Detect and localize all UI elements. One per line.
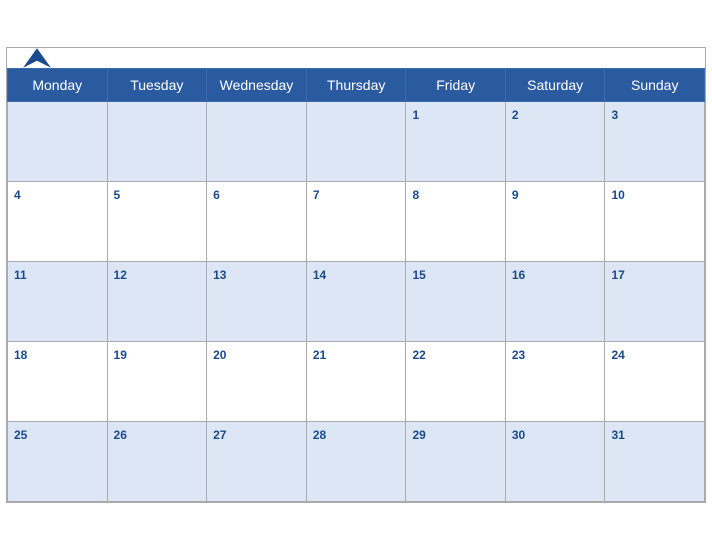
calendar-cell: 27 <box>207 422 307 502</box>
weekday-friday: Friday <box>406 69 505 102</box>
calendar-cell: 10 <box>605 182 705 262</box>
day-number: 13 <box>213 268 226 282</box>
calendar-cell: 31 <box>605 422 705 502</box>
day-number: 19 <box>114 348 127 362</box>
day-number: 12 <box>114 268 127 282</box>
calendar-cell: 11 <box>8 262 108 342</box>
calendar-cell <box>8 102 108 182</box>
calendar-cell: 25 <box>8 422 108 502</box>
calendar-cell: 14 <box>306 262 406 342</box>
calendar-cell: 16 <box>505 262 605 342</box>
calendar-cell: 23 <box>505 342 605 422</box>
calendar-cell: 22 <box>406 342 505 422</box>
week-row-1: 1 2 3 <box>8 102 705 182</box>
day-number: 20 <box>213 348 226 362</box>
calendar-cell: 24 <box>605 342 705 422</box>
day-number: 18 <box>14 348 27 362</box>
calendar-cell: 21 <box>306 342 406 422</box>
calendar-cell: 6 <box>207 182 307 262</box>
calendar-cell: 7 <box>306 182 406 262</box>
calendar-cell: 19 <box>107 342 207 422</box>
day-number: 7 <box>313 188 320 202</box>
day-number: 2 <box>512 108 519 122</box>
day-number: 3 <box>611 108 618 122</box>
weekday-sunday: Sunday <box>605 69 705 102</box>
calendar-cell: 28 <box>306 422 406 502</box>
calendar-cell: 8 <box>406 182 505 262</box>
day-number: 24 <box>611 348 624 362</box>
day-number: 23 <box>512 348 525 362</box>
calendar-cell: 2 <box>505 102 605 182</box>
calendar-cell <box>207 102 307 182</box>
calendar-cell: 3 <box>605 102 705 182</box>
calendar-header <box>7 48 705 68</box>
day-number: 17 <box>611 268 624 282</box>
day-number: 10 <box>611 188 624 202</box>
day-number: 14 <box>313 268 326 282</box>
day-number: 1 <box>412 108 419 122</box>
day-number: 21 <box>313 348 326 362</box>
calendar-cell: 12 <box>107 262 207 342</box>
day-number: 6 <box>213 188 220 202</box>
calendar-cell: 29 <box>406 422 505 502</box>
day-number: 26 <box>114 428 127 442</box>
calendar-cell: 20 <box>207 342 307 422</box>
day-number: 11 <box>14 268 27 282</box>
calendar-table: MondayTuesdayWednesdayThursdayFridaySatu… <box>7 68 705 502</box>
week-row-4: 18 19 20 21 22 23 24 <box>8 342 705 422</box>
day-number: 15 <box>412 268 425 282</box>
week-row-5: 25 26 27 28 29 30 31 <box>8 422 705 502</box>
weekday-header-row: MondayTuesdayWednesdayThursdayFridaySatu… <box>8 69 705 102</box>
week-row-3: 11 12 13 14 15 16 17 <box>8 262 705 342</box>
calendar-cell: 30 <box>505 422 605 502</box>
logo-bird-icon <box>23 48 51 68</box>
day-number: 31 <box>611 428 624 442</box>
weekday-monday: Monday <box>8 69 108 102</box>
day-number: 28 <box>313 428 326 442</box>
weekday-wednesday: Wednesday <box>207 69 307 102</box>
calendar-cell: 1 <box>406 102 505 182</box>
calendar-cell: 18 <box>8 342 108 422</box>
day-number: 4 <box>14 188 21 202</box>
day-number: 16 <box>512 268 525 282</box>
weekday-thursday: Thursday <box>306 69 406 102</box>
logo <box>23 48 51 68</box>
day-number: 22 <box>412 348 425 362</box>
calendar-cell: 13 <box>207 262 307 342</box>
weekday-saturday: Saturday <box>505 69 605 102</box>
day-number: 5 <box>114 188 121 202</box>
day-number: 29 <box>412 428 425 442</box>
calendar: MondayTuesdayWednesdayThursdayFridaySatu… <box>6 47 706 503</box>
calendar-cell: 4 <box>8 182 108 262</box>
day-number: 25 <box>14 428 27 442</box>
calendar-cell: 17 <box>605 262 705 342</box>
day-number: 9 <box>512 188 519 202</box>
calendar-cell: 9 <box>505 182 605 262</box>
week-row-2: 4 5 6 7 8 9 10 <box>8 182 705 262</box>
calendar-cell <box>306 102 406 182</box>
day-number: 30 <box>512 428 525 442</box>
day-number: 8 <box>412 188 419 202</box>
calendar-cell: 5 <box>107 182 207 262</box>
weekday-tuesday: Tuesday <box>107 69 207 102</box>
day-number: 27 <box>213 428 226 442</box>
calendar-cell: 15 <box>406 262 505 342</box>
calendar-cell: 26 <box>107 422 207 502</box>
calendar-cell <box>107 102 207 182</box>
